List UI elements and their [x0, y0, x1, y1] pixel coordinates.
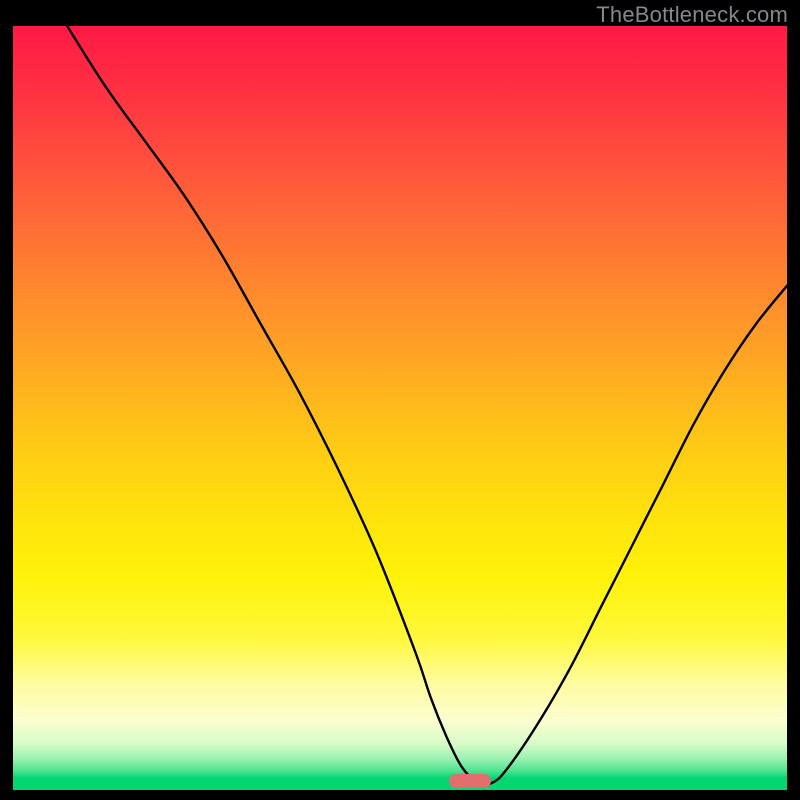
- plot-area: [13, 26, 787, 790]
- chart-frame: TheBottleneck.com: [0, 0, 800, 800]
- watermark-text: TheBottleneck.com: [596, 2, 788, 28]
- bottleneck-curve: [67, 26, 787, 784]
- curve-svg: [13, 26, 787, 790]
- optimal-marker: [449, 774, 491, 788]
